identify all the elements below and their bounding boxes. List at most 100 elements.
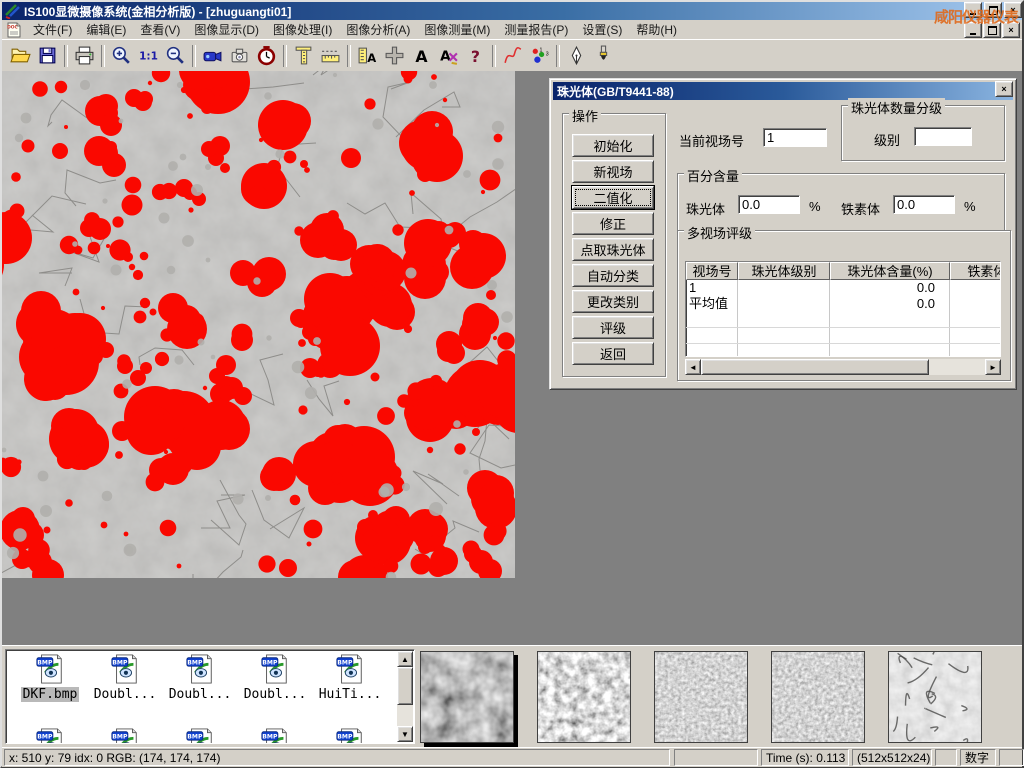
op-button-1[interactable]: 初始化 xyxy=(572,134,654,157)
svg-text:BMP: BMP xyxy=(187,659,203,666)
toolbar-separator xyxy=(283,45,287,67)
file-item[interactable]: BMP xyxy=(14,728,86,744)
op-button-7[interactable]: 更改类别 xyxy=(572,290,654,313)
col-field-no[interactable]: 视场号 xyxy=(686,262,738,280)
spline-button[interactable] xyxy=(499,42,526,69)
menu-measure-report[interactable]: 测量报告(P) xyxy=(497,20,575,39)
table-row[interactable]: 平均值 0.0 xyxy=(686,296,1000,312)
micro-thumbnail-5[interactable] xyxy=(888,651,982,743)
micro-thumbnail-1[interactable] xyxy=(420,651,514,743)
bmp-file-icon: BMP xyxy=(109,728,141,744)
file-name: Doubl... xyxy=(242,687,309,702)
pen-button[interactable] xyxy=(563,42,590,69)
text-button[interactable]: A xyxy=(408,42,435,69)
menu-view[interactable]: 查看(V) xyxy=(133,20,187,39)
menu-image-analysis[interactable]: 图像分析(A) xyxy=(339,20,417,39)
pearlite-input[interactable] xyxy=(738,195,800,214)
file-list-scrollbar[interactable]: ▲ ▼ xyxy=(397,651,413,742)
scrollbar-track[interactable] xyxy=(929,359,985,375)
ferrite-input[interactable] xyxy=(893,195,955,214)
col-pearlite-content[interactable]: 珠光体含量(%) xyxy=(830,262,950,280)
micrograph-image[interactable] xyxy=(2,71,515,578)
toolbar: 1:1AAA?13 xyxy=(2,39,1022,72)
print-button[interactable] xyxy=(71,42,98,69)
scrollbar-thumb[interactable] xyxy=(701,359,929,375)
bmp-file-icon: BMP xyxy=(334,654,366,684)
scrollbar-thumb[interactable] xyxy=(397,667,413,705)
op-button-5[interactable]: 点取珠光体 xyxy=(572,238,654,261)
op-button-8[interactable]: 评级 xyxy=(572,316,654,339)
grade-level-input[interactable] xyxy=(914,127,972,146)
table-h-scrollbar[interactable]: ◄ ► xyxy=(685,359,1001,375)
op-button-9[interactable]: 返回 xyxy=(572,342,654,365)
menu-image-process[interactable]: 图像处理(I) xyxy=(266,20,339,39)
capture-button[interactable] xyxy=(226,42,253,69)
classify-dots-button[interactable]: 13 xyxy=(526,42,553,69)
open-button[interactable] xyxy=(7,42,34,69)
move-button[interactable] xyxy=(381,42,408,69)
scroll-left-arrow-icon[interactable]: ◄ xyxy=(685,359,701,375)
delete-text-button[interactable]: A xyxy=(435,42,462,69)
zoom-out-icon xyxy=(165,45,186,66)
micro-thumbnail-3[interactable] xyxy=(654,651,748,743)
table-row[interactable]: 1 0.0 xyxy=(686,280,1000,296)
file-item[interactable]: BMP xyxy=(239,728,311,744)
scroll-up-arrow-icon[interactable]: ▲ xyxy=(397,651,413,667)
video-camera-button[interactable] xyxy=(199,42,226,69)
file-item[interactable]: BMPDoubl... xyxy=(239,654,311,702)
op-button-4[interactable]: 修正 xyxy=(572,212,654,235)
dialog-close-button[interactable]: × xyxy=(995,81,1013,97)
pearlite-dialog: 珠光体(GB/T9441-88) × 操作 初始化新视场二值化修正点取珠光体自动… xyxy=(549,78,1017,390)
save-button[interactable] xyxy=(34,42,61,69)
file-item[interactable]: BMP xyxy=(164,728,236,744)
document-icon[interactable]: DOC xyxy=(6,22,22,38)
col-pearlite-grade[interactable]: 珠光体级别 xyxy=(738,262,830,280)
toolbar-separator xyxy=(192,45,196,67)
calibrate-button[interactable]: A xyxy=(354,42,381,69)
caliper-button[interactable] xyxy=(290,42,317,69)
menu-image-measure[interactable]: 图像测量(M) xyxy=(417,20,497,39)
menu-file[interactable]: 文件(F) xyxy=(26,20,79,39)
table-empty-row xyxy=(686,328,1000,344)
svg-text:BMP: BMP xyxy=(262,733,278,740)
menu-image-display[interactable]: 图像显示(D) xyxy=(187,20,266,39)
help-button[interactable]: ? xyxy=(462,42,489,69)
cell xyxy=(950,296,1001,312)
file-item[interactable]: BMPDoubl... xyxy=(89,654,161,702)
current-field-input[interactable] xyxy=(763,128,827,147)
actual-size-button[interactable]: 1:1 xyxy=(135,42,162,69)
micro-thumbnail-4[interactable] xyxy=(771,651,865,743)
file-item[interactable]: BMPDKF.bmp xyxy=(14,654,86,702)
toolbar-separator xyxy=(556,45,560,67)
timer-button[interactable] xyxy=(253,42,280,69)
svg-text:A: A xyxy=(415,47,428,66)
operations-group: 操作 初始化新视场二值化修正点取珠光体自动分类更改类别评级返回 xyxy=(562,113,666,377)
op-button-6[interactable]: 自动分类 xyxy=(572,264,654,287)
file-item[interactable]: BMPHuiTi... xyxy=(314,654,386,702)
current-field-label: 当前视场号 xyxy=(679,131,744,150)
micro-thumbnail-2[interactable] xyxy=(537,651,631,743)
scroll-down-arrow-icon[interactable]: ▼ xyxy=(397,726,413,742)
ruler-button[interactable] xyxy=(317,42,344,69)
menu-help[interactable]: 帮助(H) xyxy=(629,20,684,39)
pen-icon xyxy=(566,45,587,66)
table-header-row: 视场号 珠光体级别 珠光体含量(%) 铁素体含量(%) xyxy=(686,262,1000,280)
menu-settings[interactable]: 设置(S) xyxy=(575,20,629,39)
file-item[interactable]: BMP xyxy=(314,728,386,744)
svg-text:BMP: BMP xyxy=(337,733,353,740)
ferrite-unit: % xyxy=(964,199,976,214)
percent-group-label: 百分含量 xyxy=(684,166,742,185)
zoom-in-button[interactable] xyxy=(108,42,135,69)
file-item[interactable]: BMP xyxy=(89,728,161,744)
bmp-file-icon: BMP xyxy=(259,728,291,744)
op-button-2[interactable]: 新视场 xyxy=(572,160,654,183)
file-item[interactable]: BMPDoubl... xyxy=(164,654,236,702)
bmp-file-icon: BMP xyxy=(34,728,66,744)
col-ferrite-content[interactable]: 铁素体含量(%) xyxy=(950,262,1001,280)
menu-edit[interactable]: 编辑(E) xyxy=(79,20,133,39)
zoom-out-button[interactable] xyxy=(162,42,189,69)
op-button-3[interactable]: 二值化 xyxy=(572,186,654,209)
brush-button[interactable] xyxy=(590,42,617,69)
scroll-right-arrow-icon[interactable]: ► xyxy=(985,359,1001,375)
caliper-icon xyxy=(293,45,314,66)
